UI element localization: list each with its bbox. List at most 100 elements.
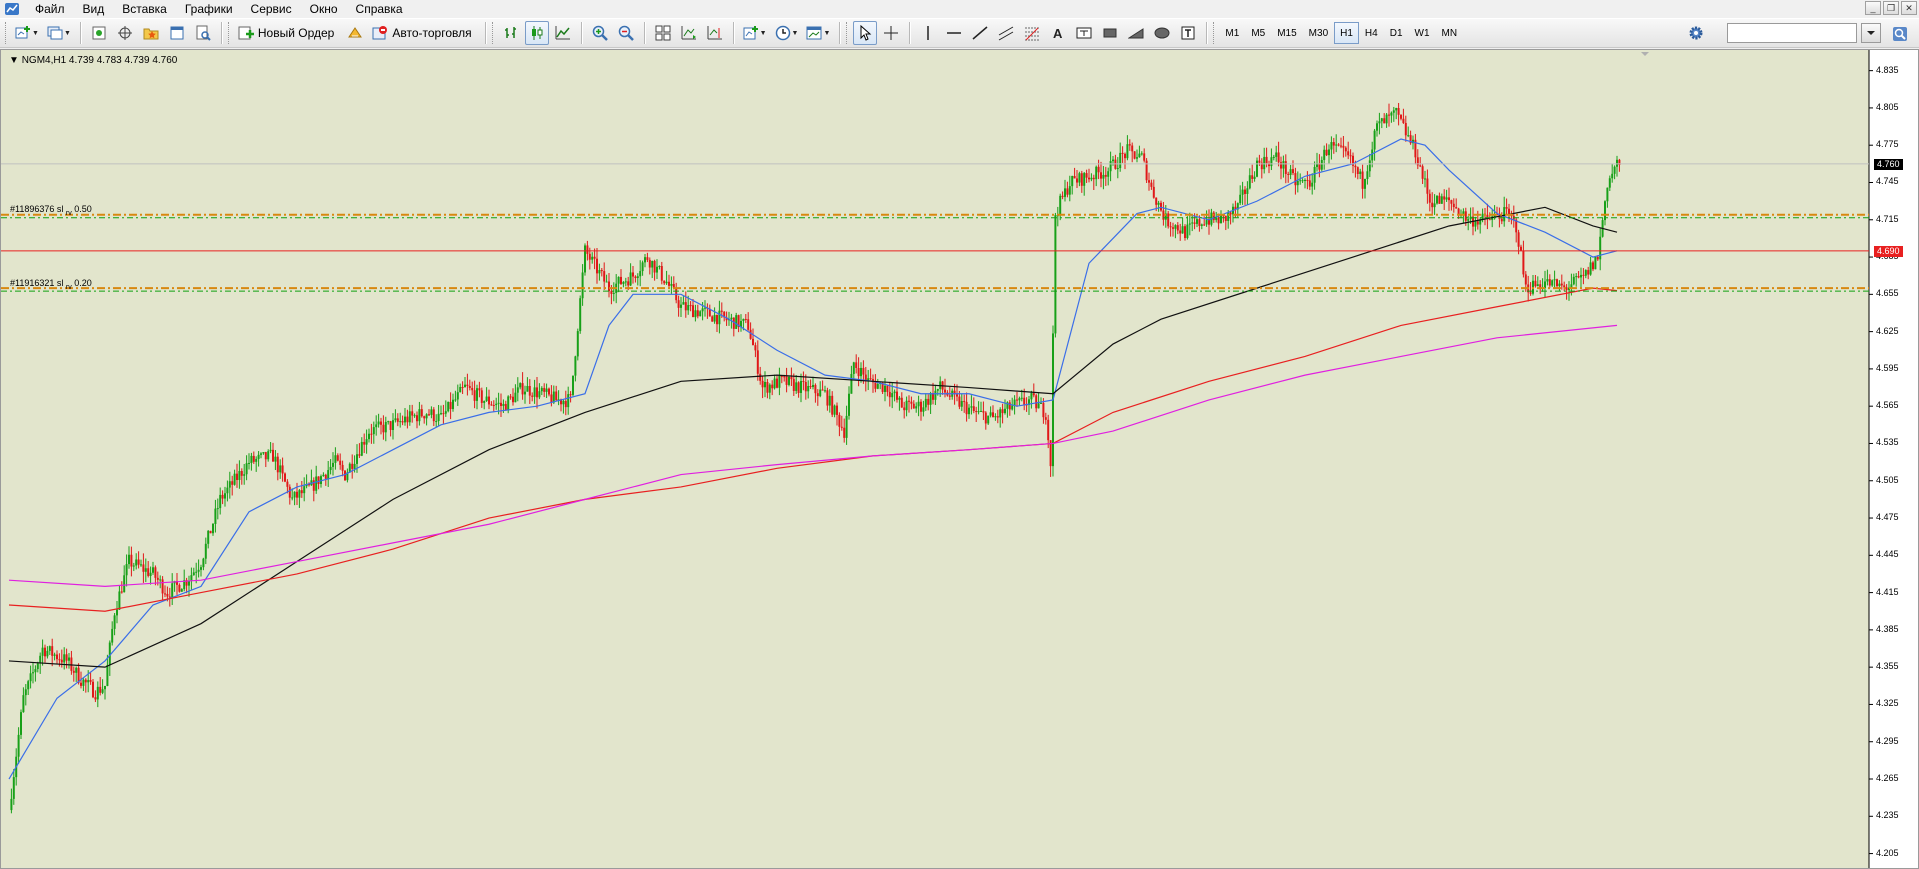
candle-body: [1419, 165, 1422, 167]
candle-body: [579, 298, 582, 332]
search-input[interactable]: [1727, 23, 1857, 43]
trendline-tool-button[interactable]: [968, 21, 992, 45]
candle-body: [572, 375, 574, 395]
market-watch-button[interactable]: [87, 21, 111, 45]
candle-body: [1013, 399, 1016, 406]
timeframe-m1[interactable]: M1: [1219, 22, 1245, 44]
autotrading-button[interactable]: Авто-торговля: [369, 21, 478, 45]
vertical-line-tool-button[interactable]: [916, 21, 940, 45]
menu-tools[interactable]: Сервис: [242, 1, 301, 17]
cursor-tool-button[interactable]: [853, 21, 878, 45]
candle-body: [1380, 118, 1383, 122]
timeframe-w1[interactable]: W1: [1409, 22, 1436, 44]
menu-file[interactable]: Файл: [26, 1, 74, 17]
auto-scroll-button[interactable]: [677, 21, 701, 45]
price-chart[interactable]: [1, 50, 1918, 868]
data-window-button[interactable]: [113, 21, 137, 45]
fibo-tool-button[interactable]: [1020, 21, 1044, 45]
indicators-button[interactable]: ▼: [740, 21, 770, 45]
crosshair-tool-button[interactable]: [879, 21, 903, 45]
toolbar-grip[interactable]: [846, 22, 849, 44]
candle-body: [1179, 230, 1182, 234]
minimize-button[interactable]: _: [1865, 1, 1881, 15]
search-dropdown-button[interactable]: [1861, 23, 1881, 43]
candle-body: [46, 650, 49, 657]
periods-button[interactable]: ▼: [772, 21, 802, 45]
line-chart-button[interactable]: [551, 21, 575, 45]
new-chart-button[interactable]: ▼: [12, 21, 42, 45]
text-tool-button[interactable]: A: [1046, 21, 1070, 45]
navigator-button[interactable]: [139, 21, 163, 45]
candle-body: [1071, 175, 1074, 187]
menu-insert[interactable]: Вставка: [113, 1, 176, 17]
search-button[interactable]: [1888, 22, 1912, 46]
timeframe-m15[interactable]: M15: [1271, 22, 1302, 44]
ellipse-tool-button[interactable]: [1150, 21, 1174, 45]
menu-view[interactable]: Вид: [74, 1, 114, 17]
candle-body: [1241, 189, 1244, 195]
menu-help[interactable]: Справка: [347, 1, 412, 17]
order-sl-label[interactable]: #11896376 sl rv 0.50: [10, 204, 92, 217]
candle-body: [468, 386, 471, 388]
text-object-tool-button[interactable]: [1176, 21, 1200, 45]
triangle-tool-button[interactable]: [1124, 21, 1148, 45]
chart-shift-button[interactable]: [703, 21, 727, 45]
zoom-out-button[interactable]: [614, 21, 638, 45]
candle-body: [161, 579, 164, 594]
candle-body: [828, 395, 831, 406]
settings-button[interactable]: [1684, 22, 1708, 44]
candle-body: [1337, 144, 1340, 146]
horizontal-line-tool-button[interactable]: [942, 21, 966, 45]
tile-windows-button[interactable]: [651, 21, 675, 45]
close-button[interactable]: ✕: [1901, 1, 1917, 15]
timeframe-m30[interactable]: M30: [1303, 22, 1334, 44]
strategy-tester-button[interactable]: [191, 21, 215, 45]
timeframe-mn[interactable]: MN: [1436, 22, 1464, 44]
candle-body: [34, 669, 37, 673]
candle-body: [720, 310, 723, 312]
candle-body: [437, 413, 440, 422]
candle-body: [84, 679, 87, 683]
plot-background: [1, 50, 1869, 868]
candlestick-button[interactable]: [524, 21, 549, 45]
candle-body: [1445, 197, 1448, 200]
candle-body: [972, 406, 975, 412]
candle-body: [1546, 279, 1549, 282]
toolbar-grip[interactable]: [1213, 22, 1216, 44]
candle-body: [761, 380, 764, 388]
timeframe-m5[interactable]: M5: [1245, 22, 1271, 44]
toolbar-grip[interactable]: [491, 22, 495, 44]
templates-button[interactable]: ▼: [803, 21, 833, 45]
candle-body: [1188, 223, 1191, 225]
candle-body: [929, 393, 932, 405]
label-tool-button[interactable]: [1072, 21, 1096, 45]
menu-window[interactable]: Окно: [301, 1, 347, 17]
candle-body: [260, 453, 262, 455]
zoom-in-button[interactable]: [588, 21, 612, 45]
channel-tool-button[interactable]: [994, 21, 1018, 45]
candle-body: [852, 362, 855, 374]
new-order-button[interactable]: Новый Ордер: [235, 21, 341, 45]
clock-icon: [775, 25, 790, 41]
bar-chart-button[interactable]: [499, 21, 523, 45]
chart-menu-icon[interactable]: ▼: [9, 55, 19, 66]
rectangle-tool-button[interactable]: [1098, 21, 1122, 45]
profiles-button[interactable]: ▼: [44, 21, 74, 45]
restore-button[interactable]: ❐: [1883, 1, 1899, 15]
chart-window[interactable]: ▼ NGM4,H1 4.739 4.783 4.739 4.760 #11896…: [0, 49, 1919, 869]
candle-body: [140, 564, 142, 566]
order-sl-label[interactable]: #11916321 sl rv 0.20: [10, 278, 92, 291]
price-tick-label: 4.325: [1876, 698, 1899, 709]
timeframe-d1[interactable]: D1: [1384, 22, 1409, 44]
candle-body: [1505, 207, 1508, 209]
candle-body: [936, 388, 939, 391]
candle-body: [1304, 179, 1306, 181]
candle-body: [1131, 145, 1134, 152]
timeframe-h1[interactable]: H1: [1334, 22, 1359, 44]
metaeditor-button[interactable]: [343, 21, 367, 45]
timeframe-h4[interactable]: H4: [1359, 22, 1384, 44]
menu-charts[interactable]: Графики: [176, 1, 242, 17]
toolbar-grip[interactable]: [5, 22, 8, 44]
toolbar-grip[interactable]: [227, 22, 231, 44]
terminal-button[interactable]: [165, 21, 189, 45]
